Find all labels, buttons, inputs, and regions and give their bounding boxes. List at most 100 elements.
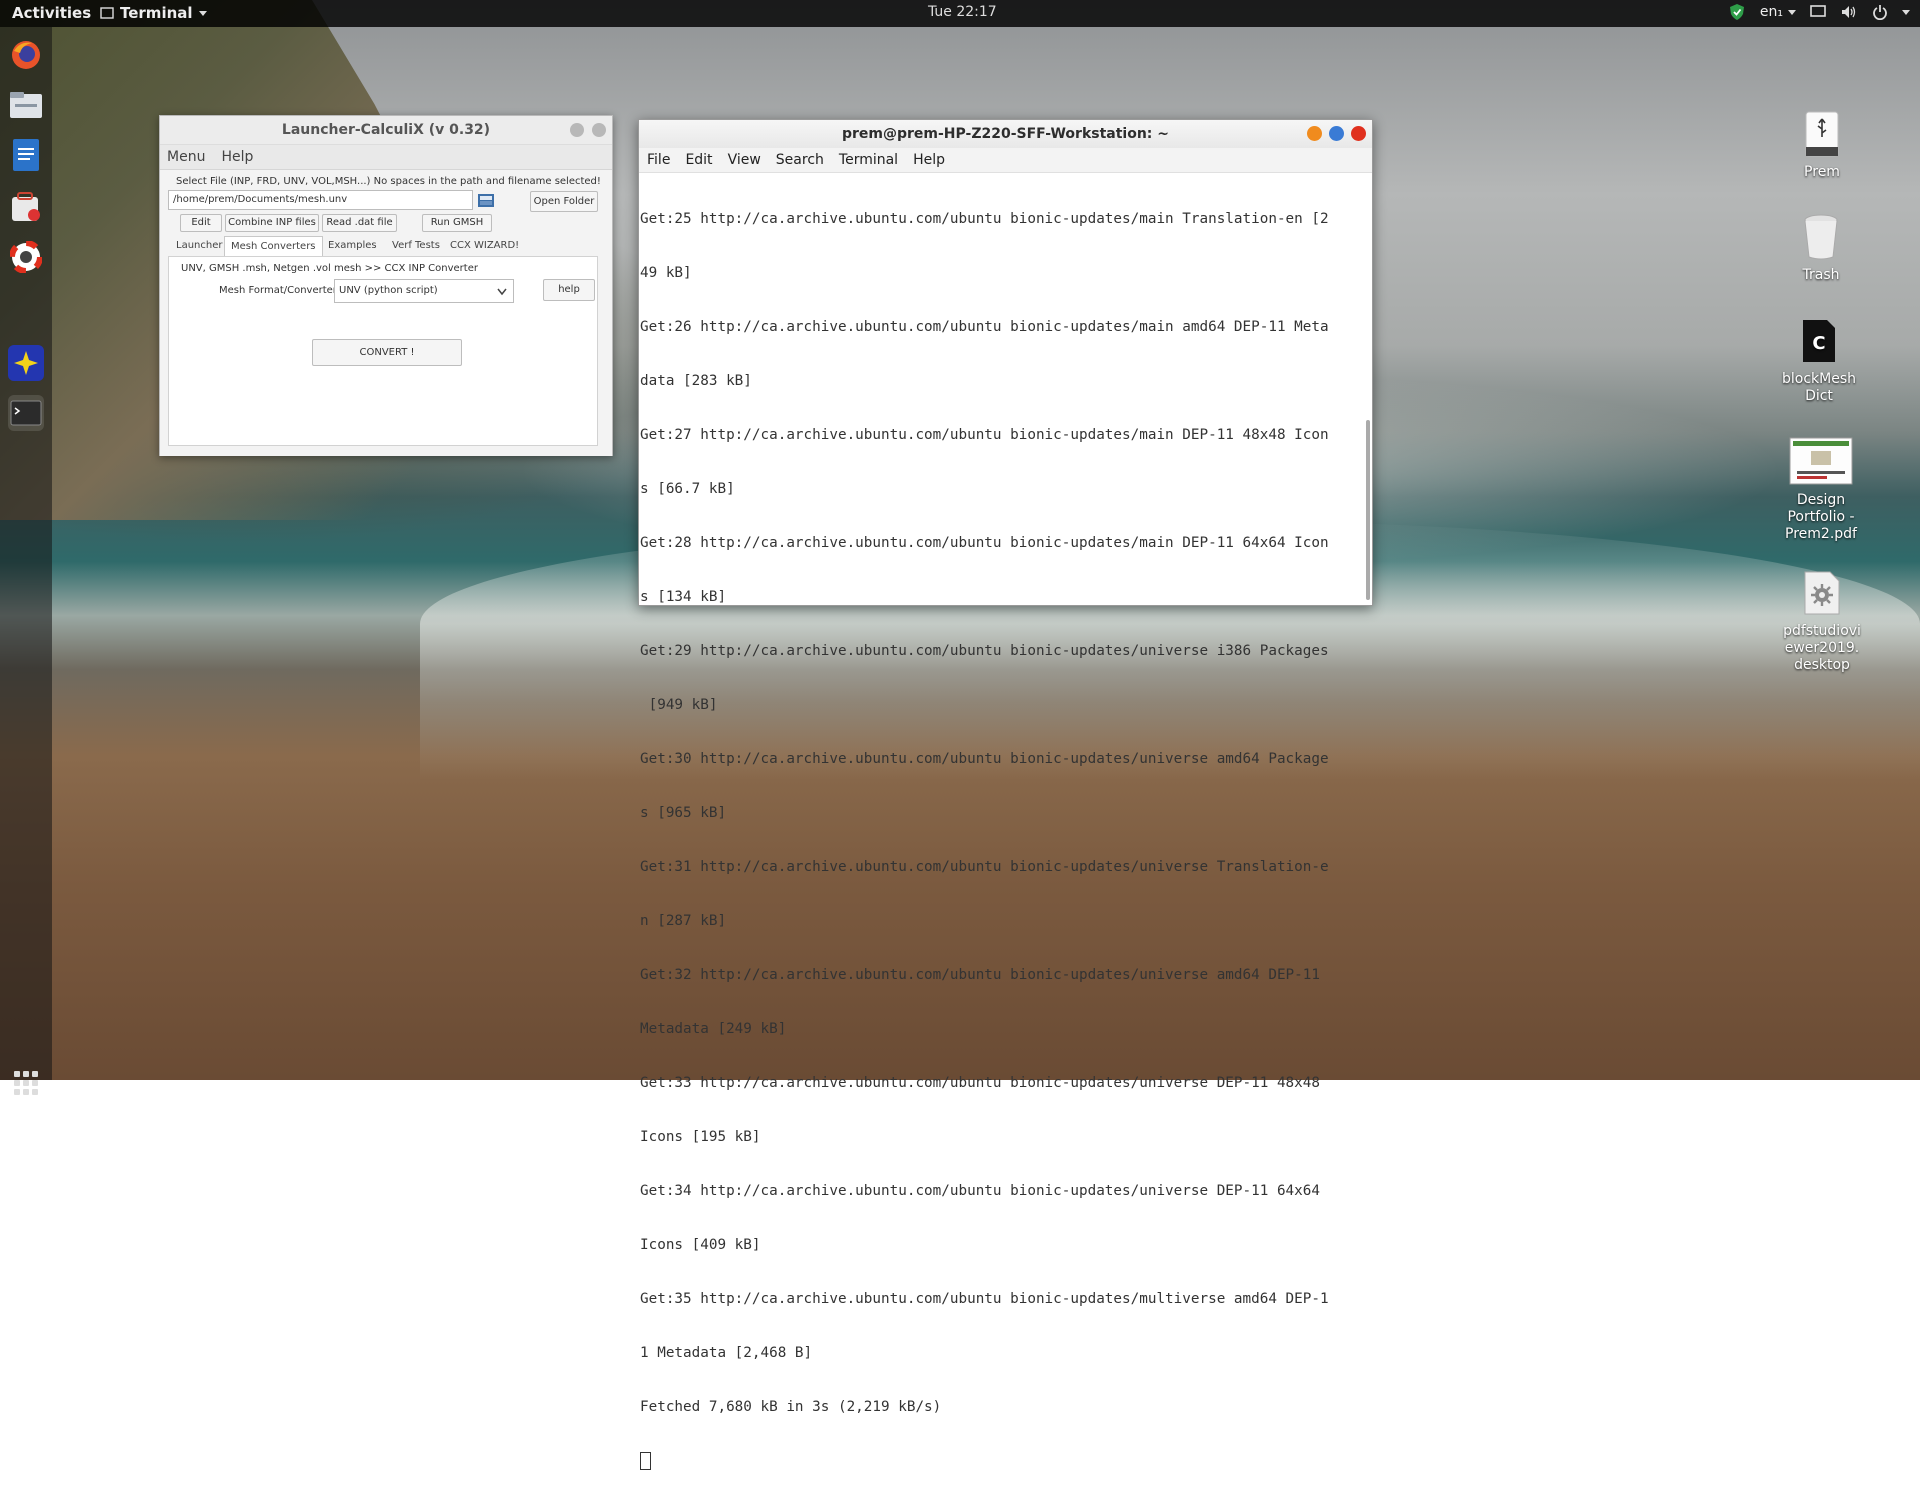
calculix-window: Launcher-CalculiX (v 0.32) Menu Help Sel… bbox=[159, 115, 613, 456]
terminal-menu-terminal[interactable]: Terminal bbox=[839, 152, 898, 168]
terminal-menu-search[interactable]: Search bbox=[776, 152, 824, 168]
read-dat-button[interactable]: Read .dat file bbox=[322, 214, 397, 232]
c-file-icon: C bbox=[1797, 317, 1841, 365]
terminal-line: 1 Metadata [2,468 B] bbox=[640, 1345, 813, 1361]
select-file-label: Select File (INP, FRD, UNV, VOL,MSH...) … bbox=[176, 176, 601, 187]
tab-ccx-wizard[interactable]: CCX WIZARD! bbox=[444, 236, 525, 256]
terminal-line: Get:25 http://ca.archive.ubuntu.com/ubun… bbox=[640, 211, 1329, 227]
convert-button[interactable]: CONVERT ! bbox=[312, 339, 462, 366]
terminal-line: Get:26 http://ca.archive.ubuntu.com/ubun… bbox=[640, 319, 1329, 335]
software-icon[interactable] bbox=[8, 189, 44, 225]
tab-verf-tests[interactable]: Verf Tests bbox=[386, 236, 446, 256]
language-indicator[interactable]: en₁ bbox=[1760, 4, 1796, 20]
terminal-line: s [66.7 kB] bbox=[640, 481, 735, 497]
help-icon[interactable] bbox=[8, 239, 44, 275]
terminal-line: Get:27 http://ca.archive.ubuntu.com/ubun… bbox=[640, 427, 1329, 443]
edit-button[interactable]: Edit bbox=[180, 214, 222, 232]
terminal-close-button[interactable] bbox=[1351, 126, 1366, 141]
terminal-menu-view[interactable]: View bbox=[728, 152, 761, 168]
terminal-minimize-button[interactable] bbox=[1307, 126, 1322, 141]
calculix-menu-menu[interactable]: Menu bbox=[167, 149, 205, 165]
terminal-titlebar[interactable]: prem@prem-HP-Z220-SFF-Workstation: ~ bbox=[639, 120, 1372, 148]
svg-text:C: C bbox=[1812, 333, 1825, 354]
calculix-tabbar: Launcher Mesh Converters Examples Verf T… bbox=[168, 236, 598, 257]
combine-inp-button[interactable]: Combine INP files bbox=[225, 214, 319, 232]
desktop-icon-prem[interactable]: Prem bbox=[1777, 110, 1867, 181]
desktop-icon-label: pdfstudiovi ewer2019. desktop bbox=[1783, 623, 1861, 673]
power-icon[interactable] bbox=[1872, 4, 1888, 20]
desktop-icon-blockmeshdict[interactable]: C blockMesh Dict bbox=[1774, 317, 1864, 405]
terminal-output[interactable]: Get:25 http://ca.archive.ubuntu.com/ubun… bbox=[640, 174, 1358, 1470]
desktop-icon-pdfstudioviewer[interactable]: pdfstudiovi ewer2019. desktop bbox=[1777, 569, 1867, 674]
calculix-menu-help[interactable]: Help bbox=[221, 149, 253, 165]
desktop-icon-label: Design Portfolio - Prem2.pdf bbox=[1785, 492, 1857, 542]
terminal-icon[interactable] bbox=[8, 395, 44, 431]
calculix-titlebar[interactable]: Launcher-CalculiX (v 0.32) bbox=[160, 116, 612, 145]
help-button[interactable]: help bbox=[543, 279, 595, 301]
chevron-down-icon bbox=[1788, 9, 1796, 15]
app-menu[interactable]: Terminal bbox=[100, 4, 207, 22]
run-gmsh-button[interactable]: Run GMSH bbox=[422, 214, 492, 232]
terminal-scrollbar[interactable] bbox=[1366, 420, 1370, 600]
mesh-format-value: UNV (python script) bbox=[339, 285, 438, 296]
terminal-cursor bbox=[640, 1452, 651, 1470]
tab-mesh-converters[interactable]: Mesh Converters bbox=[224, 236, 323, 257]
chevron-down-icon[interactable] bbox=[1902, 9, 1910, 15]
desktop-icon-label: Prem bbox=[1804, 164, 1840, 180]
screen-icon[interactable] bbox=[1810, 5, 1826, 19]
mesh-format-label: Mesh Format/Converter bbox=[219, 285, 337, 296]
terminal-line: Icons [409 kB] bbox=[640, 1237, 761, 1253]
language-label: en₁ bbox=[1759, 4, 1783, 20]
terminal-menu-edit[interactable]: Edit bbox=[685, 152, 712, 168]
calculix-body: Select File (INP, FRD, UNV, VOL,MSH...) … bbox=[160, 170, 612, 456]
terminal-line: s [134 kB] bbox=[640, 589, 727, 605]
terminal-small-icon bbox=[100, 7, 114, 19]
terminal-line: Get:32 http://ca.archive.ubuntu.com/ubun… bbox=[640, 967, 1320, 983]
top-bar: Activities Terminal Tue 22:17 en₁ bbox=[0, 0, 1920, 27]
gear-file-icon bbox=[1800, 569, 1844, 617]
tab-examples[interactable]: Examples bbox=[322, 236, 383, 256]
browse-file-icon[interactable] bbox=[477, 191, 495, 209]
trash-icon bbox=[1799, 213, 1843, 261]
app-menu-label: Terminal bbox=[120, 4, 193, 22]
open-folder-button[interactable]: Open Folder bbox=[530, 191, 598, 212]
tab-launcher[interactable]: Launcher bbox=[170, 236, 228, 256]
terminal-cursor-line bbox=[640, 1452, 1358, 1472]
calculix-menubar: Menu Help bbox=[160, 145, 612, 170]
show-applications-icon[interactable] bbox=[14, 1071, 38, 1095]
terminal-line: Get:29 http://ca.archive.ubuntu.com/ubun… bbox=[640, 643, 1329, 659]
calculix-close-button[interactable] bbox=[592, 123, 606, 137]
terminal-line: Get:35 http://ca.archive.ubuntu.com/ubun… bbox=[640, 1291, 1329, 1307]
writer-icon[interactable] bbox=[8, 137, 44, 173]
terminal-line: n [287 kB] bbox=[640, 913, 727, 929]
terminal-title: prem@prem-HP-Z220-SFF-Workstation: ~ bbox=[841, 126, 1170, 142]
mesh-format-select[interactable]: UNV (python script) bbox=[334, 279, 514, 303]
firefox-icon[interactable] bbox=[8, 37, 44, 73]
terminal-menu-help[interactable]: Help bbox=[913, 152, 945, 168]
file-path-input[interactable]: /home/prem/Documents/mesh.unv bbox=[168, 190, 473, 210]
terminal-line: Get:33 http://ca.archive.ubuntu.com/ubun… bbox=[640, 1075, 1320, 1091]
calculix-minimize-button[interactable] bbox=[570, 123, 584, 137]
pdf-thumbnail-icon bbox=[1789, 436, 1853, 486]
terminal-menu-file[interactable]: File bbox=[647, 152, 670, 168]
activities-button[interactable]: Activities bbox=[12, 4, 91, 22]
clock[interactable]: Tue 22:17 bbox=[928, 4, 997, 20]
chevron-down-icon bbox=[198, 10, 207, 16]
desktop-icon-label: blockMesh Dict bbox=[1781, 371, 1856, 404]
calculix-title: Launcher-CalculiX (v 0.32) bbox=[281, 122, 491, 138]
system-tray: en₁ bbox=[1728, 3, 1910, 21]
app-star-icon[interactable] bbox=[8, 345, 44, 381]
terminal-line: Get:34 http://ca.archive.ubuntu.com/ubun… bbox=[640, 1183, 1320, 1199]
converter-heading: UNV, GMSH .msh, Netgen .vol mesh >> CCX … bbox=[181, 263, 478, 274]
desktop-icon-design-portfolio[interactable]: Design Portfolio - Prem2.pdf bbox=[1776, 436, 1866, 543]
volume-icon[interactable] bbox=[1840, 4, 1858, 20]
terminal-maximize-button[interactable] bbox=[1329, 126, 1344, 141]
terminal-window: prem@prem-HP-Z220-SFF-Workstation: ~ Fil… bbox=[638, 119, 1373, 1470]
terminal-menubar: File Edit View Search Terminal Help bbox=[639, 148, 1372, 173]
mesh-converters-panel: UNV, GMSH .msh, Netgen .vol mesh >> CCX … bbox=[168, 256, 598, 446]
files-icon[interactable] bbox=[8, 87, 44, 123]
shield-icon[interactable] bbox=[1728, 3, 1746, 21]
terminal-line: Metadata [249 kB] bbox=[640, 1021, 787, 1037]
desktop-icon-trash[interactable]: Trash bbox=[1776, 213, 1866, 284]
terminal-line: Get:28 http://ca.archive.ubuntu.com/ubun… bbox=[640, 535, 1329, 551]
